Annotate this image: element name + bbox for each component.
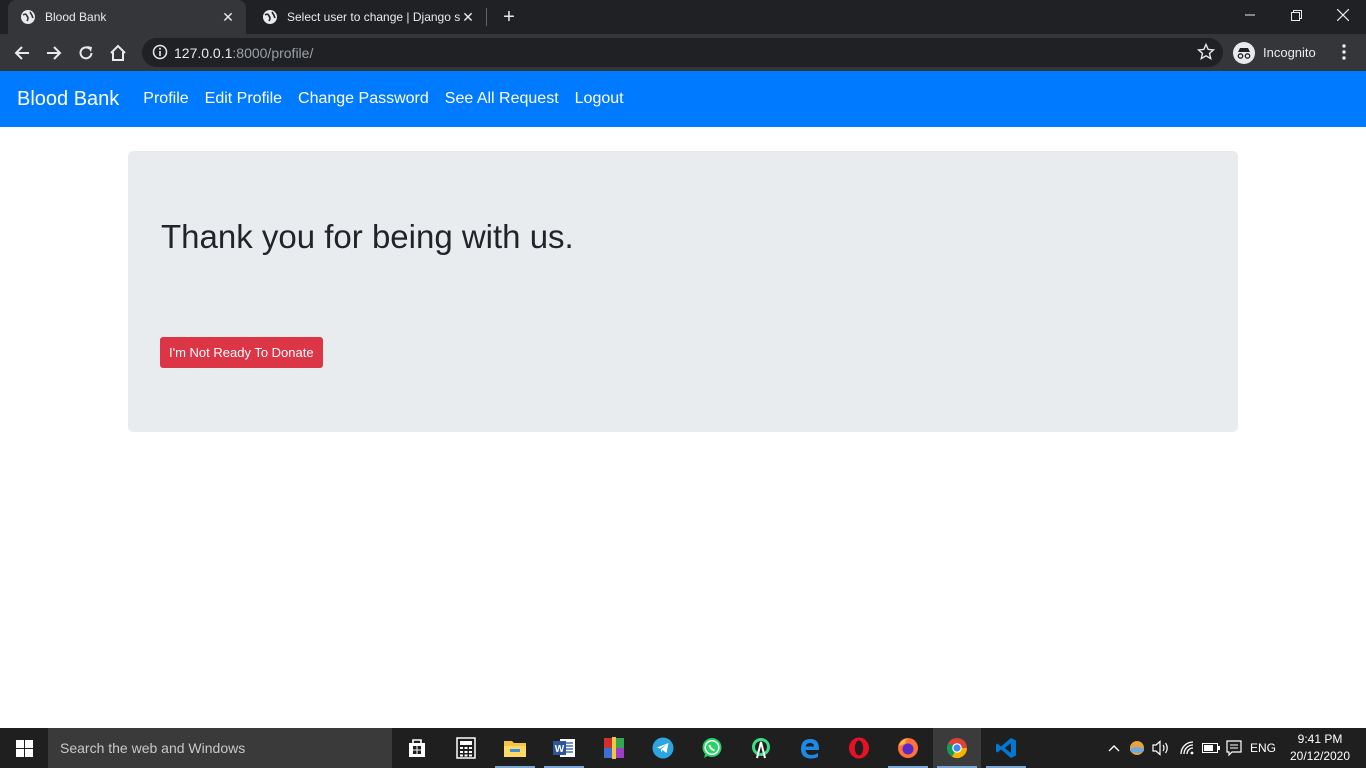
incognito-label: Incognito — [1263, 45, 1316, 60]
vscode-icon[interactable] — [982, 728, 1030, 768]
chevron-up-icon[interactable] — [1104, 728, 1124, 768]
file-explorer-icon[interactable] — [491, 728, 539, 768]
restore-icon[interactable] — [1273, 0, 1319, 30]
language-indicator[interactable]: ENG — [1248, 728, 1278, 768]
globe-icon — [20, 9, 36, 25]
close-icon[interactable]: ✕ — [220, 9, 236, 25]
kebab-menu-icon[interactable] — [1334, 42, 1354, 62]
nav-link-edit-profile[interactable]: Edit Profile — [205, 90, 282, 108]
nav-link-change-password[interactable]: Change Password — [298, 90, 429, 108]
incognito-icon — [1233, 41, 1255, 64]
action-center-icon[interactable] — [1223, 728, 1245, 768]
tab-separator — [486, 8, 487, 26]
reload-icon[interactable] — [73, 40, 99, 66]
close-window-icon[interactable] — [1320, 0, 1366, 30]
wifi-icon[interactable] — [1176, 728, 1198, 768]
nav-link-profile[interactable]: Profile — [143, 90, 188, 108]
chrome-icon[interactable] — [933, 728, 981, 768]
search-placeholder: Search the web and Windows — [60, 740, 246, 756]
firefox-icon[interactable] — [884, 728, 932, 768]
winrar-icon[interactable] — [590, 728, 638, 768]
tab-django-admin[interactable]: Select user to change | Django si ✕ — [250, 0, 486, 34]
address-bar[interactable]: 127.0.0.1:8000/profile/ — [142, 38, 1223, 67]
clock-date: 20/12/2020 — [1289, 749, 1351, 763]
nav-link-see-all-request[interactable]: See All Request — [445, 90, 559, 108]
new-tab-icon[interactable]: + — [498, 6, 520, 28]
navbar-brand[interactable]: Blood Bank — [17, 88, 119, 111]
taskbar-search-box[interactable]: Search the web and Windows — [48, 728, 392, 768]
url-path: :8000/profile/ — [232, 45, 314, 61]
volume-icon[interactable] — [1150, 728, 1172, 768]
minimize-icon[interactable] — [1227, 0, 1273, 30]
edge-icon[interactable] — [786, 728, 834, 768]
whatsapp-icon[interactable] — [688, 728, 736, 768]
info-icon[interactable] — [152, 44, 168, 60]
globe-icon — [262, 9, 278, 25]
android-studio-icon[interactable] — [737, 728, 785, 768]
store-icon[interactable] — [393, 728, 441, 768]
word-icon[interactable]: W — [540, 728, 588, 768]
tab-blood-bank[interactable]: Blood Bank ✕ — [8, 0, 246, 34]
back-arrow-icon[interactable] — [9, 40, 35, 66]
incognito-profile-button[interactable]: Incognito — [1233, 39, 1316, 66]
url-host: 127.0.0.1 — [174, 45, 233, 61]
not-ready-to-donate-button[interactable]: I'm Not Ready To Donate — [160, 337, 323, 368]
browser-tabstrip: Blood Bank ✕ Select user to change | Dja… — [0, 0, 1366, 34]
opera-icon[interactable] — [835, 728, 883, 768]
svg-text:W: W — [555, 744, 565, 755]
bookmark-star-icon[interactable] — [1196, 42, 1216, 61]
windows-taskbar: Search the web and Windows W ENG 9:41 PM… — [0, 728, 1366, 768]
tab-title: Select user to change | Django si — [287, 10, 460, 24]
telegram-icon[interactable] — [639, 728, 687, 768]
tab-title: Blood Bank — [45, 10, 107, 24]
calculator-icon[interactable] — [442, 728, 490, 768]
forward-arrow-icon[interactable] — [41, 40, 67, 66]
weather-icon[interactable] — [1127, 728, 1147, 768]
close-icon[interactable]: ✕ — [460, 9, 476, 25]
system-clock[interactable]: 9:41 PM 20/12/2020 — [1286, 731, 1354, 765]
jumbotron: Thank you for being with us. I'm Not Rea… — [128, 151, 1238, 432]
clock-time: 9:41 PM — [1297, 732, 1343, 746]
battery-icon[interactable] — [1200, 728, 1222, 768]
page-heading: Thank you for being with us. — [161, 218, 574, 255]
windows-start-icon[interactable] — [0, 728, 48, 768]
home-icon[interactable] — [105, 40, 131, 66]
site-navbar: Blood Bank Profile Edit Profile Change P… — [0, 71, 1366, 127]
url-text: 127.0.0.1:8000/profile/ — [174, 45, 313, 61]
nav-link-logout[interactable]: Logout — [575, 90, 624, 108]
browser-toolbar: 127.0.0.1:8000/profile/ Incognito — [0, 34, 1366, 71]
